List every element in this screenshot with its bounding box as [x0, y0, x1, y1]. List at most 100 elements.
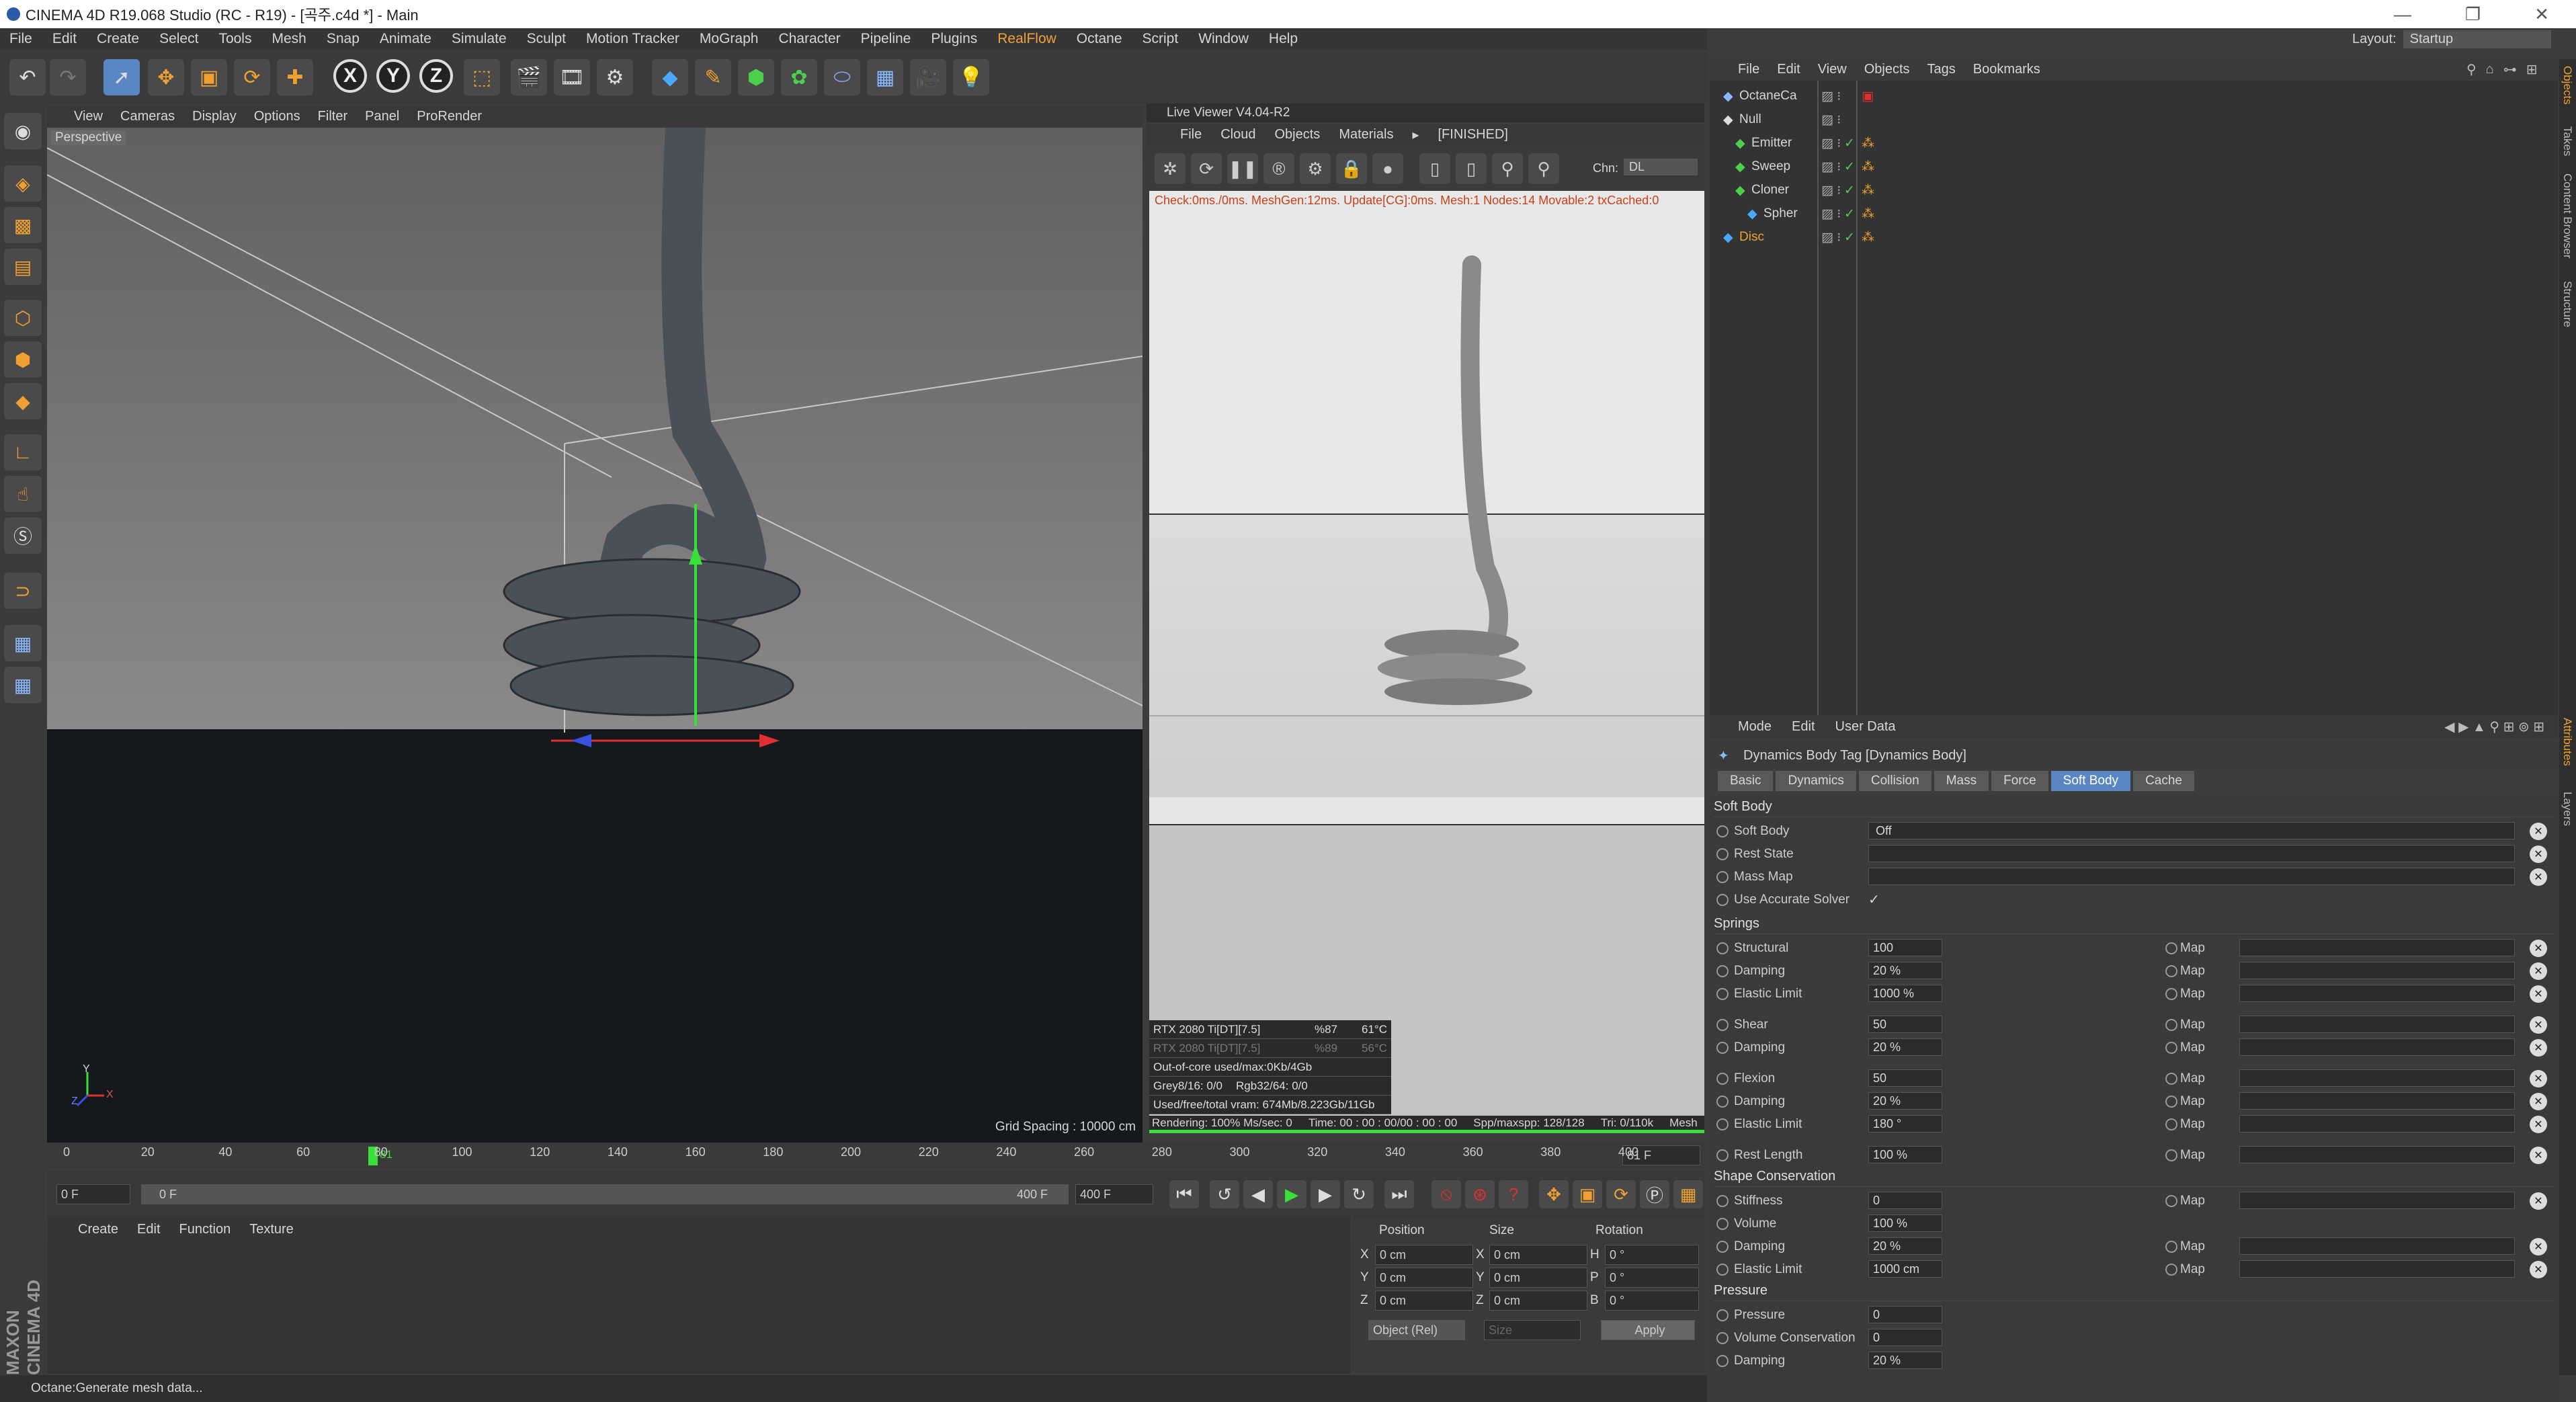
key-rotation-icon[interactable]: ⟳: [1606, 1180, 1636, 1208]
axis-x-button[interactable]: X: [333, 59, 367, 93]
object-row[interactable]: ◆ Emitter ▨ ⁝ ✓ ⁂: [1710, 132, 2558, 155]
menu-snap[interactable]: Snap: [327, 31, 360, 47]
side-tab-objects[interactable]: Objects: [2561, 66, 2574, 105]
end-frame-field[interactable]: 400 F: [1075, 1184, 1153, 1204]
map-link-field[interactable]: [2239, 962, 2515, 979]
object-visibility-icon[interactable]: ▨ ⁝: [1821, 206, 1841, 222]
object-enabled-icon[interactable]: ✓: [1844, 183, 1855, 198]
obj-menu-file[interactable]: File: [1738, 62, 1759, 77]
coord-mode-dropdown[interactable]: Object (Rel): [1368, 1320, 1465, 1340]
cube-icon[interactable]: ◆: [652, 59, 688, 95]
map-radio-icon[interactable]: [2165, 1241, 2177, 1253]
lv-menu-objects[interactable]: Objects: [1275, 127, 1321, 142]
map-link-field[interactable]: [2239, 1092, 2515, 1110]
animate-radio-icon[interactable]: [1716, 1019, 1729, 1031]
animate-radio-icon[interactable]: [1716, 1332, 1729, 1344]
attribute-value-field[interactable]: 1000 cm: [1868, 1260, 1942, 1278]
map-radio-icon[interactable]: [2165, 1264, 2177, 1276]
map-radio-icon[interactable]: [2165, 1149, 2177, 1161]
lv-menu-materials[interactable]: Materials: [1339, 127, 1393, 142]
lv-settings-icon[interactable]: ⚙: [1300, 153, 1331, 184]
undo-icon[interactable]: ↶: [9, 59, 46, 95]
pen-icon[interactable]: ✎: [695, 59, 731, 95]
render-view-icon[interactable]: 🎬: [511, 59, 547, 95]
clear-map-icon[interactable]: ✕: [2530, 1039, 2547, 1057]
clear-map-icon[interactable]: ✕: [2530, 1093, 2547, 1110]
maximize-icon[interactable]: ❐: [2465, 4, 2481, 25]
object-enabled-icon[interactable]: ✓: [1844, 206, 1855, 222]
link-icon[interactable]: ⊶: [2503, 61, 2517, 78]
select-tool-icon[interactable]: ➚: [103, 59, 140, 95]
lv-pause-icon[interactable]: ❚❚: [1227, 153, 1258, 184]
menu-window[interactable]: Window: [1198, 31, 1249, 47]
home-icon[interactable]: ⌂: [2486, 62, 2494, 77]
clear-map-icon[interactable]: ✕: [2530, 1147, 2547, 1164]
clear-map-icon[interactable]: ✕: [2530, 985, 2547, 1003]
attribute-link-field[interactable]: [1868, 845, 2515, 862]
menu-mesh[interactable]: Mesh: [272, 31, 306, 47]
coord-size-field[interactable]: 0 cm: [1489, 1245, 1587, 1265]
record-icon[interactable]: ⦸: [1431, 1180, 1461, 1208]
object-visibility-icon[interactable]: ▨ ⁝: [1821, 183, 1841, 198]
clear-map-icon[interactable]: ✕: [2530, 962, 2547, 980]
play-icon[interactable]: ▶: [1277, 1180, 1306, 1208]
next-frame-icon[interactable]: ▶: [1311, 1180, 1340, 1208]
attribute-value-field[interactable]: 20 %: [1868, 1237, 1942, 1255]
animate-radio-icon[interactable]: [1716, 1309, 1729, 1321]
grid-icon[interactable]: ▦: [4, 667, 42, 703]
tab-collision[interactable]: Collision: [1858, 771, 1931, 791]
mat-menu-texture[interactable]: Texture: [249, 1222, 294, 1237]
map-link-field[interactable]: [2239, 1115, 2515, 1132]
attr-nav-icons[interactable]: ◀ ▶ ▲ ⚲ ⊞ ⊚ ⊞: [2444, 718, 2558, 735]
clear-map-icon[interactable]: ✕: [2530, 940, 2547, 957]
tweak-icon[interactable]: ☝: [4, 476, 42, 512]
attribute-value-field[interactable]: 50: [1868, 1069, 1942, 1087]
object-enabled-icon[interactable]: ✓: [1844, 159, 1855, 175]
animate-radio-icon[interactable]: [1716, 1118, 1729, 1130]
clear-link-icon[interactable]: ✕: [2530, 823, 2547, 840]
redo-icon[interactable]: ↷: [50, 59, 86, 95]
dynamics-tag-icon[interactable]: ⁂: [1862, 230, 1874, 245]
attribute-value-field[interactable]: 100 %: [1868, 1214, 1942, 1232]
viewport-menu-prorender[interactable]: ProRender: [417, 109, 482, 124]
texture-mode-icon[interactable]: ▩: [4, 207, 42, 243]
map-link-field[interactable]: [2239, 1192, 2515, 1209]
obj-menu-view[interactable]: View: [1818, 62, 1847, 77]
prev-frame-icon[interactable]: ◀: [1243, 1180, 1273, 1208]
lv-region-icon[interactable]: ®: [1263, 153, 1294, 184]
menu-help[interactable]: Help: [1269, 31, 1298, 47]
attribute-value-field[interactable]: 0: [1868, 1329, 1942, 1346]
map-link-field[interactable]: [2239, 985, 2515, 1002]
prev-key-icon[interactable]: ↺: [1210, 1180, 1239, 1208]
map-link-field[interactable]: [2239, 1069, 2515, 1087]
object-row[interactable]: ◆ Cloner ▨ ⁝ ✓ ⁂: [1710, 179, 2558, 202]
animate-radio-icon[interactable]: [1716, 1149, 1729, 1161]
render-picture-icon[interactable]: 🎞: [554, 59, 590, 95]
live-viewer-render[interactable]: Check:0ms./0ms. MeshGen:12ms. Update[CG]…: [1149, 191, 1704, 1133]
coord-position-field[interactable]: 0 cm: [1375, 1268, 1473, 1288]
menu-realflow[interactable]: RealFlow: [997, 31, 1056, 47]
floor-icon[interactable]: ▦: [867, 59, 903, 95]
lv-lock-icon[interactable]: 🔒: [1336, 153, 1367, 184]
map-link-field[interactable]: [2239, 1038, 2515, 1056]
x-axis-arrow[interactable]: [759, 734, 780, 747]
viewport-menu-filter[interactable]: Filter: [318, 109, 347, 124]
preview-range-slider[interactable]: 0 F 400 F: [141, 1184, 1069, 1204]
menu-animate[interactable]: Animate: [380, 31, 431, 47]
workplane-icon[interactable]: ▤: [4, 249, 42, 285]
attribute-value-field[interactable]: 1000 %: [1868, 985, 1942, 1002]
next-key-icon[interactable]: ↻: [1344, 1180, 1374, 1208]
object-visibility-icon[interactable]: ▨ ⁝: [1821, 112, 1841, 128]
subdivision-icon[interactable]: ⬢: [738, 59, 774, 95]
map-radio-icon[interactable]: [2165, 1195, 2177, 1207]
lv-send-scene-icon[interactable]: ✲: [1155, 153, 1186, 184]
cloner-icon[interactable]: ✿: [781, 59, 817, 95]
light-icon[interactable]: 💡: [953, 59, 989, 95]
menu-script[interactable]: Script: [1142, 31, 1179, 47]
magnet-icon[interactable]: ⊃: [4, 573, 42, 609]
lv-material-icon[interactable]: ●: [1372, 153, 1403, 184]
object-row[interactable]: ◆ Spher ▨ ⁝ ✓ ⁂: [1710, 202, 2558, 225]
side-tab-layers[interactable]: Layers: [2561, 792, 2574, 826]
clear-map-icon[interactable]: ✕: [2530, 1016, 2547, 1034]
lv-pick-icon[interactable]: ⚲: [1492, 153, 1523, 184]
